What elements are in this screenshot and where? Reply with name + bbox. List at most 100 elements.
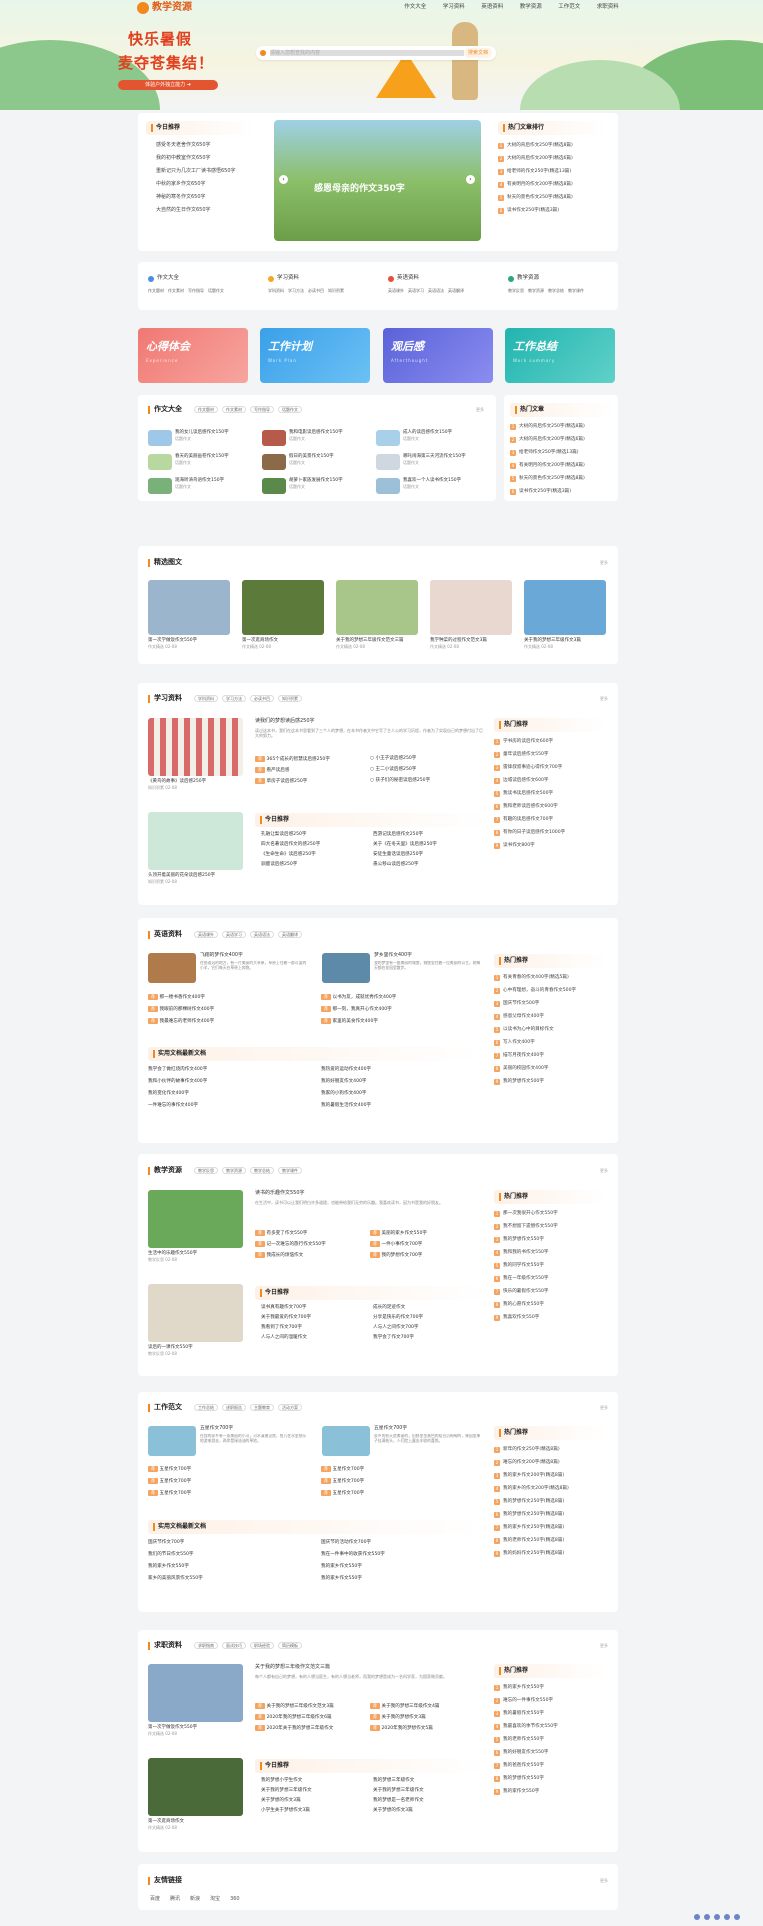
more-link[interactable]: 更多 <box>600 560 608 565</box>
search-button[interactable]: 搜索文档 <box>463 48 492 58</box>
category-study[interactable]: 学习资料 学科资料 学习方法 必读书目 知识积累 <box>268 275 364 293</box>
list-item[interactable]: 7 快乐的暑假作文550字 <box>494 1285 606 1298</box>
list-item[interactable]: 荐 一件小事作文700字 <box>370 1240 485 1248</box>
list-item[interactable]: 关于《在冬天里》读后感250字 <box>373 842 485 848</box>
list-item[interactable]: 6 我的梦想作文250字(精选8篇) <box>494 1508 606 1521</box>
list-item[interactable]: 荐 美丽的家乡作文550字 <box>370 1230 485 1237</box>
friend-link[interactable]: 腾讯 <box>170 1896 180 1903</box>
list-item[interactable]: 我的好朋友作文400字 <box>321 1079 482 1085</box>
tag[interactable]: 话题作文 <box>278 405 302 414</box>
search-input[interactable]: 请输入您想查找的内容 <box>270 49 464 57</box>
list-item[interactable]: 四大名著读后作文的感250字 <box>261 842 373 848</box>
study-card2[interactable]: 头顶开着美丽的花朵读后感250字 知识积累 02-08 <box>148 812 243 884</box>
friend-link[interactable]: 新浪 <box>190 1896 200 1903</box>
list-item[interactable]: 3 我的梦想作文550字 <box>494 1233 606 1246</box>
list-item[interactable]: 关于我最爱的作文700字 <box>261 1315 373 1321</box>
list-item[interactable]: 我的梦想三年级作文 <box>373 1778 485 1784</box>
list-item[interactable]: 我的家乡作文550字 <box>148 1564 309 1570</box>
list-item[interactable]: 我在一件事中的收获作文550字 <box>321 1552 482 1558</box>
list-item[interactable]: 荐 2020年关于我的梦想三年级作文 <box>255 1724 370 1732</box>
list-item[interactable]: 5 我读书读后感作文500字 <box>494 787 606 800</box>
list-item[interactable]: 小学生关于梦想作文3篇 <box>261 1808 373 1814</box>
list-item[interactable]: 我的梦想小学生作文 <box>261 1778 373 1784</box>
list-item[interactable]: 人与人之间作文700字 <box>373 1325 485 1331</box>
list-item[interactable]: 1 我的家乡作文550字 <box>494 1681 606 1694</box>
work-b[interactable]: 五星作文700字 家乡的秋天是美丽的，田野里金黄色的稻谷沉甸甸的，果园里果子挂满枝… <box>322 1426 482 1456</box>
list-item[interactable]: 愚公移山读后感250字 <box>373 862 485 868</box>
list-item[interactable]: 5 秋天的景色作文250字(精选8篇) <box>498 191 608 204</box>
list-item[interactable]: 荐 关于我的梦想三年级作文范文3篇 <box>255 1703 370 1710</box>
list-item[interactable]: 4 有关明月的作文200字(精选8篇) <box>498 178 608 191</box>
next-arrow-icon[interactable]: › <box>466 175 475 184</box>
tool-icon[interactable] <box>704 1914 710 1920</box>
list-item[interactable]: 家乡的美丽风景作文550字 <box>148 1576 309 1582</box>
teach-card1[interactable]: 生活中的乐趣作文550字 教学反思 02-08 <box>148 1190 243 1262</box>
list-item[interactable]: 我的家乡作文550字 <box>321 1576 482 1582</box>
list-item[interactable]: 孔融让梨读后感250字 <box>261 832 373 838</box>
list-item[interactable]: 关于我的梦想三年级作文 <box>373 1788 485 1794</box>
list-item[interactable]: 2 大树的背后作文200字(精选6篇) <box>498 152 608 165</box>
list-item[interactable]: 荐 看严读后感 <box>255 766 370 774</box>
list-item[interactable]: 读书真有趣作文700字 <box>261 1305 373 1311</box>
list-item[interactable]: 荐 我成长的烦恼作文 <box>255 1251 370 1259</box>
list-item[interactable]: 2 我不想留下遗憾作文550字 <box>494 1220 606 1233</box>
list-item[interactable]: 荐 我眼前的那棵树作文400字 <box>148 1005 309 1013</box>
pic-item[interactable]: 第一次逛商场作文 作文精选 02-08 <box>242 580 324 649</box>
study-card1[interactable]: 《黄鸟的故事》读后感250字 知识积累 02-08 <box>148 718 243 790</box>
list-item[interactable]: 我的家乡作文550字 <box>321 1564 482 1570</box>
list-item[interactable]: 1 那一次我很开心作文550字 <box>494 1207 606 1220</box>
list-item[interactable]: 荐 草房子读后感250字 <box>255 777 370 785</box>
list-item[interactable]: 人与人之间的温暖作文 <box>261 1335 373 1341</box>
list-item[interactable]: 荐 五星作文700字 <box>148 1466 309 1473</box>
list-item[interactable]: 荐 我的梦想作文700字 <box>370 1251 485 1259</box>
promo-experience[interactable]: 心得体会 Experience <box>138 328 248 383</box>
list-item[interactable]: 1 有关青春的作文400字(精选5篇) <box>494 971 606 984</box>
list-item[interactable]: 3 国庆节作文500字 <box>494 997 606 1010</box>
list-item[interactable]: 我和小伙伴的故事作文400字 <box>148 1079 309 1085</box>
list-item[interactable]: 荐 那一缕书香作文400字 <box>148 994 309 1001</box>
list-item[interactable]: 5 我的同学作文550字 <box>494 1259 606 1272</box>
teach-card2[interactable]: 读后的一课作文550字 教学反思 02-08 <box>148 1284 243 1356</box>
list-item[interactable]: 4 有关明月的作文200字(精选8篇) <box>510 459 614 472</box>
essay-item[interactable]: 我和电影读后感作文150字 话题作文 <box>262 430 376 446</box>
list-item[interactable]: 荐 家里的美食作文400字 <box>321 1017 482 1025</box>
list-item[interactable]: 8 我的心愿作文550字 <box>494 1298 606 1311</box>
nav-item[interactable]: 学习资料 <box>435 4 474 11</box>
list-item[interactable]: 4 我最喜欢的季节作文550字 <box>494 1720 606 1733</box>
list-item[interactable]: 我热爱的运动作文400字 <box>321 1067 482 1073</box>
pic-item[interactable]: 我学种菜的过程作文范文3篇 作文精选 02-08 <box>430 580 512 649</box>
essay-item[interactable]: 我喜欢一个人读书作文150字 话题作文 <box>376 478 490 494</box>
list-item[interactable]: 大自然的生日作文650字 <box>156 204 256 217</box>
list-item[interactable]: 荐 五星作文700字 <box>148 1477 309 1485</box>
list-item[interactable]: 我学会了作文700字 <box>373 1335 485 1341</box>
list-item[interactable]: 中秋的家乡作文650字 <box>156 178 256 191</box>
nav-item[interactable]: 教学资源 <box>512 4 551 11</box>
list-item[interactable]: 荐 我最难忘的老师作文400字 <box>148 1017 309 1025</box>
more-link[interactable]: 更多 <box>600 1405 608 1410</box>
teach-lead[interactable]: 读书的乐趣作文550字 在生活中，读书可以让我们明白许多道理，也能带给我们无穷的乐… <box>255 1190 485 1216</box>
list-item[interactable]: 我看到了作文700字 <box>261 1325 373 1331</box>
list-item[interactable]: 6 我的好朋友作文550字 <box>494 1746 606 1759</box>
essay-item[interactable]: 假日的美景作文150字 话题作文 <box>262 454 376 470</box>
list-item[interactable]: 2 童年读后感作文550字 <box>494 748 606 761</box>
list-item[interactable]: 9 读书作文800字 <box>494 839 606 852</box>
list-item[interactable]: 3 雷锋叔叔事迹心得作文700字 <box>494 761 606 774</box>
pic-item[interactable]: 第一次学做饭作文550字 作文精选 02-08 <box>148 580 230 649</box>
list-item[interactable]: 7 描写月夜作文400字 <box>494 1049 606 1062</box>
category-english[interactable]: 英语资料 英语课外 英语学习 英语语法 英语翻译 <box>388 275 484 293</box>
list-item[interactable]: 成长的足迹作文 <box>373 1305 485 1311</box>
list-item[interactable]: ○ 小王子读后感250字 <box>370 756 485 763</box>
list-item[interactable]: 荐 五星作文700字 <box>321 1466 482 1473</box>
job-card2[interactable]: 第一次逛商场作文 作文精选 02-08 <box>148 1758 243 1830</box>
list-item[interactable]: 4 边城读后感作文600字 <box>494 774 606 787</box>
list-item[interactable]: 6 读书作文250字(精选3篇) <box>510 485 614 498</box>
list-item[interactable]: 感受冬天老舍作文650字 <box>156 139 256 152</box>
work-a[interactable]: 五星作文700字 在我的家乡有一条美丽的小河，河水清澈见底，鱼儿在水里快乐地游来游… <box>148 1426 308 1456</box>
list-item[interactable]: 9 我喜欢作文550字 <box>494 1311 606 1324</box>
list-item[interactable]: 我的梦想是一名老师作文 <box>373 1798 485 1804</box>
more-link[interactable]: 更多 <box>476 407 484 412</box>
hero-cta[interactable]: 体验户外独立能力 ➜ <box>118 80 218 90</box>
list-item[interactable]: 9 我的梦想作文500字 <box>494 1075 606 1088</box>
list-item[interactable]: 重新记只为几次工厂读书感悟650字 <box>156 165 256 178</box>
list-item[interactable]: 关于我的梦想三年级作文 <box>261 1788 373 1794</box>
